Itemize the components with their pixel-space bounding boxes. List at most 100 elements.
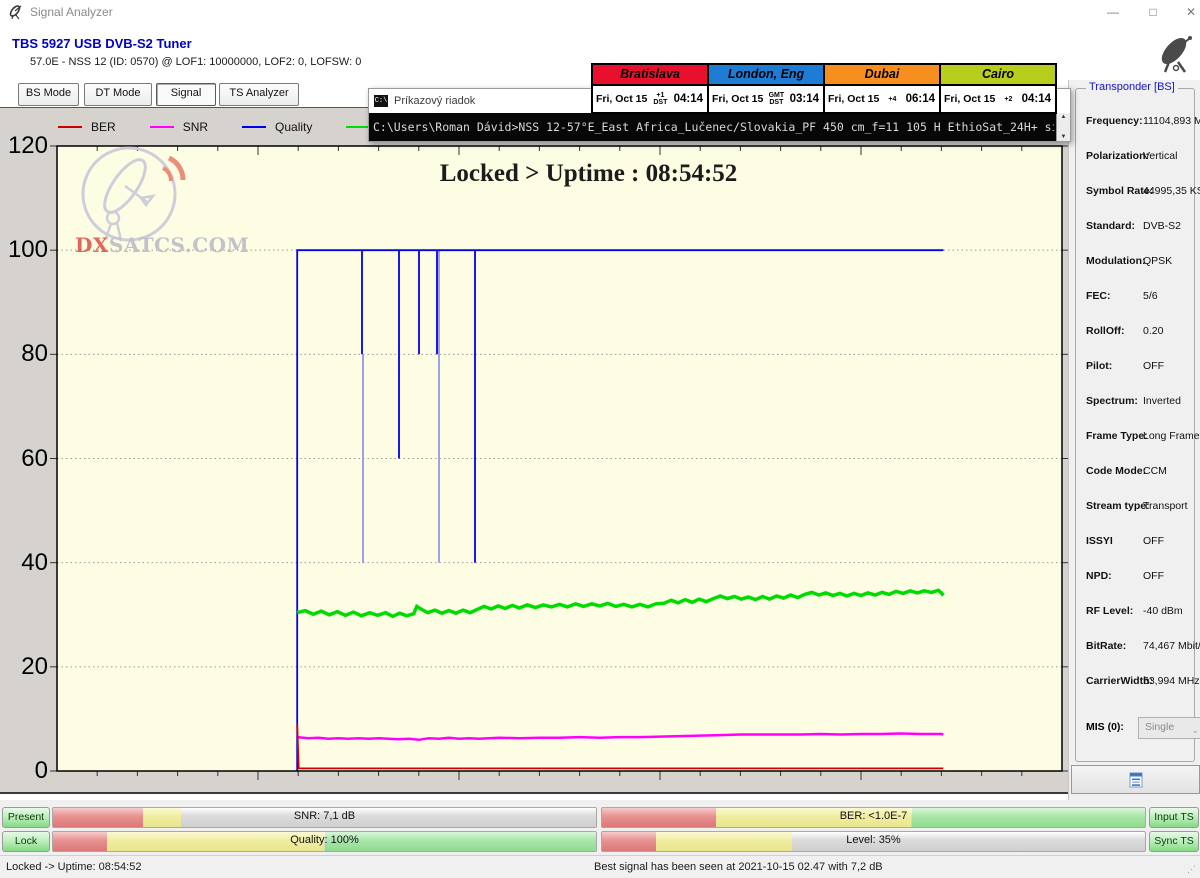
mis-dropdown[interactable]: Single ⌄	[1138, 717, 1200, 739]
transponder-value: OFF	[1143, 535, 1164, 547]
chevron-down-icon: ⌄	[1191, 721, 1199, 739]
clock-time: 03:14	[790, 93, 819, 105]
tab-ts-analyzer[interactable]: TS Analyzer (OK)	[219, 83, 299, 106]
clock-time: 06:14	[906, 93, 935, 105]
transponder-row: BitRate: 74,467 Mbit/s	[1086, 640, 1200, 656]
maximize-button[interactable]: □	[1138, 2, 1168, 22]
console-scrollbar[interactable]: ▲ ▼	[1056, 113, 1070, 141]
transponder-label: Stream type:	[1086, 500, 1150, 512]
transponder-value: OFF	[1143, 360, 1164, 372]
transponder-label: Pilot:	[1086, 360, 1112, 372]
legend-line-swatch	[346, 126, 370, 128]
legend-label: SNR	[183, 120, 208, 134]
tuner-title: TBS 5927 USB DVB-S2 Tuner	[12, 36, 192, 51]
transponder-row: Pilot: OFF	[1086, 360, 1200, 376]
legend-label: BER	[91, 120, 116, 134]
tab-bs-mode[interactable]: BS Mode	[18, 83, 79, 106]
transponder-value: 11104,893 MHz	[1143, 115, 1200, 127]
clock-time: 04:14	[674, 93, 703, 105]
status-best-signal: Best signal has been seen at 2021-10-15 …	[594, 861, 883, 873]
lock-button[interactable]: Lock	[2, 831, 50, 852]
watermark-satcs: SATCS.COM	[109, 233, 249, 257]
transponder-value: -40 dBm	[1143, 605, 1183, 617]
transponder-value: Inverted	[1143, 395, 1181, 407]
tuner-subtitle: 57.0E - NSS 12 (ID: 0570) @ LOF1: 100000…	[30, 56, 361, 68]
mis-label: MIS (0):	[1086, 721, 1124, 733]
clock-widget: Cairo Fri, Oct 15 +2 04:14	[939, 63, 1057, 114]
minimize-button[interactable]: —	[1098, 2, 1128, 22]
transponder-groupbox: Transponder [BS] Frequency: 11104,893 MH…	[1075, 88, 1195, 762]
transponder-value: CCM	[1143, 465, 1167, 477]
app-satellite-icon	[8, 4, 24, 20]
legend-item: Quality	[242, 120, 312, 134]
transponder-label: RollOff:	[1086, 325, 1125, 337]
scroll-down-icon[interactable]: ▼	[1057, 134, 1070, 140]
y-axis-tick-label: 80	[2, 341, 48, 367]
transponder-groupbox-title: Transponder [BS]	[1086, 81, 1178, 93]
signal-bars-section: Present Lock SNR: 7,1 dB BER: <1.0E-7 Qu…	[0, 800, 1200, 855]
watermark-dx: DX	[75, 233, 109, 257]
level-bar-text: Level: 35%	[602, 834, 1145, 846]
quality-bar-text: Quality: 100%	[53, 834, 596, 846]
quality-progressbar: Quality: 100%	[52, 831, 597, 852]
transponder-value: 74,467 Mbit/s	[1143, 640, 1200, 652]
transponder-row: RollOff: 0.20	[1086, 325, 1200, 341]
input-ts-button[interactable]: Input TS	[1149, 807, 1199, 828]
transponder-row: ISSYI OFF	[1086, 535, 1200, 551]
clock-date: Fri, Oct 15	[712, 93, 763, 105]
legend-label: Quality	[275, 120, 312, 134]
snr-progressbar: SNR: 7,1 dB	[52, 807, 597, 828]
scroll-up-icon[interactable]: ▲	[1057, 114, 1070, 120]
clock-widget: Bratislava Fri, Oct 15 +1DST 04:14	[591, 63, 709, 114]
y-axis-tick-label: 100	[2, 237, 48, 263]
y-axis-tick-label: 120	[2, 133, 48, 159]
y-axis-tick-label: 40	[2, 550, 48, 576]
legend-line-swatch	[58, 126, 82, 128]
transponder-row: NPD: OFF	[1086, 570, 1200, 586]
transponder-row: Spectrum: Inverted	[1086, 395, 1200, 411]
log-report-button[interactable]	[1071, 765, 1200, 794]
plot-area: Locked > Uptime : 08:54:52 DXSATCS.COM	[57, 146, 1062, 771]
transponder-value: QPSK	[1143, 255, 1172, 267]
svg-text:DXSATCS.COM: DXSATCS.COM	[75, 233, 249, 257]
transponder-panel: Transponder [BS] Frequency: 11104,893 MH…	[1068, 80, 1200, 802]
sync-ts-button[interactable]: Sync TS	[1149, 831, 1199, 852]
clock-city: Bratislava	[593, 65, 707, 86]
y-axis-tick-label: 20	[2, 654, 48, 680]
legend-line-swatch	[150, 126, 174, 128]
transponder-value: 44995,35 KS/s	[1143, 185, 1200, 197]
transponder-row: CarrierWidth: 53,994 MHz	[1086, 675, 1200, 691]
transponder-value: 5/6	[1143, 290, 1158, 302]
transponder-label: Code Mode:	[1086, 465, 1146, 477]
legend-item: SNR	[150, 120, 208, 134]
resize-grip[interactable]: ⋰	[1187, 864, 1197, 875]
title-bar: Signal Analyzer — □ ✕	[0, 0, 1200, 24]
y-axis-tick-label: 60	[2, 446, 48, 472]
legend-line-swatch	[242, 126, 266, 128]
transponder-label: Frequency:	[1086, 115, 1143, 127]
transponder-value: Long Frame	[1143, 430, 1200, 442]
present-button[interactable]: Present	[2, 807, 50, 828]
satellite-dish-icon	[1152, 32, 1198, 74]
transponder-value: OFF	[1143, 570, 1164, 582]
clock-timezone: +2	[997, 96, 1019, 103]
transponder-row: Modulation: QPSK	[1086, 255, 1200, 271]
transponder-label: Standard:	[1086, 220, 1135, 232]
clock-city: London, Eng	[709, 65, 823, 86]
tab-dt-mode[interactable]: DT Mode	[84, 83, 152, 106]
clock-widget: Dubai Fri, Oct 15 +4 06:14	[823, 63, 941, 114]
report-icon	[1128, 772, 1144, 788]
y-axis-tick-label: 0	[2, 758, 48, 784]
clock-widget: London, Eng Fri, Oct 15 GMTDST 03:14	[707, 63, 825, 114]
transponder-row: Symbol Rate: 44995,35 KS/s	[1086, 185, 1200, 201]
tab-signal-mon[interactable]: Signal Mon.	[156, 83, 216, 106]
close-button[interactable]: ✕	[1176, 2, 1200, 22]
world-clocks: Bratislava Fri, Oct 15 +1DST 04:14 Londo…	[593, 63, 1057, 114]
legend-item: BER	[58, 120, 116, 134]
signal-analyzer-window: Signal Analyzer — □ ✕ TBS 5927 USB DVB-S…	[0, 0, 1200, 878]
transponder-label: FEC:	[1086, 290, 1111, 302]
ber-progressbar: BER: <1.0E-7	[601, 807, 1146, 828]
clock-timezone: GMTDST	[765, 92, 787, 106]
clock-date: Fri, Oct 15	[944, 93, 995, 105]
snr-bar-text: SNR: 7,1 dB	[53, 810, 596, 822]
